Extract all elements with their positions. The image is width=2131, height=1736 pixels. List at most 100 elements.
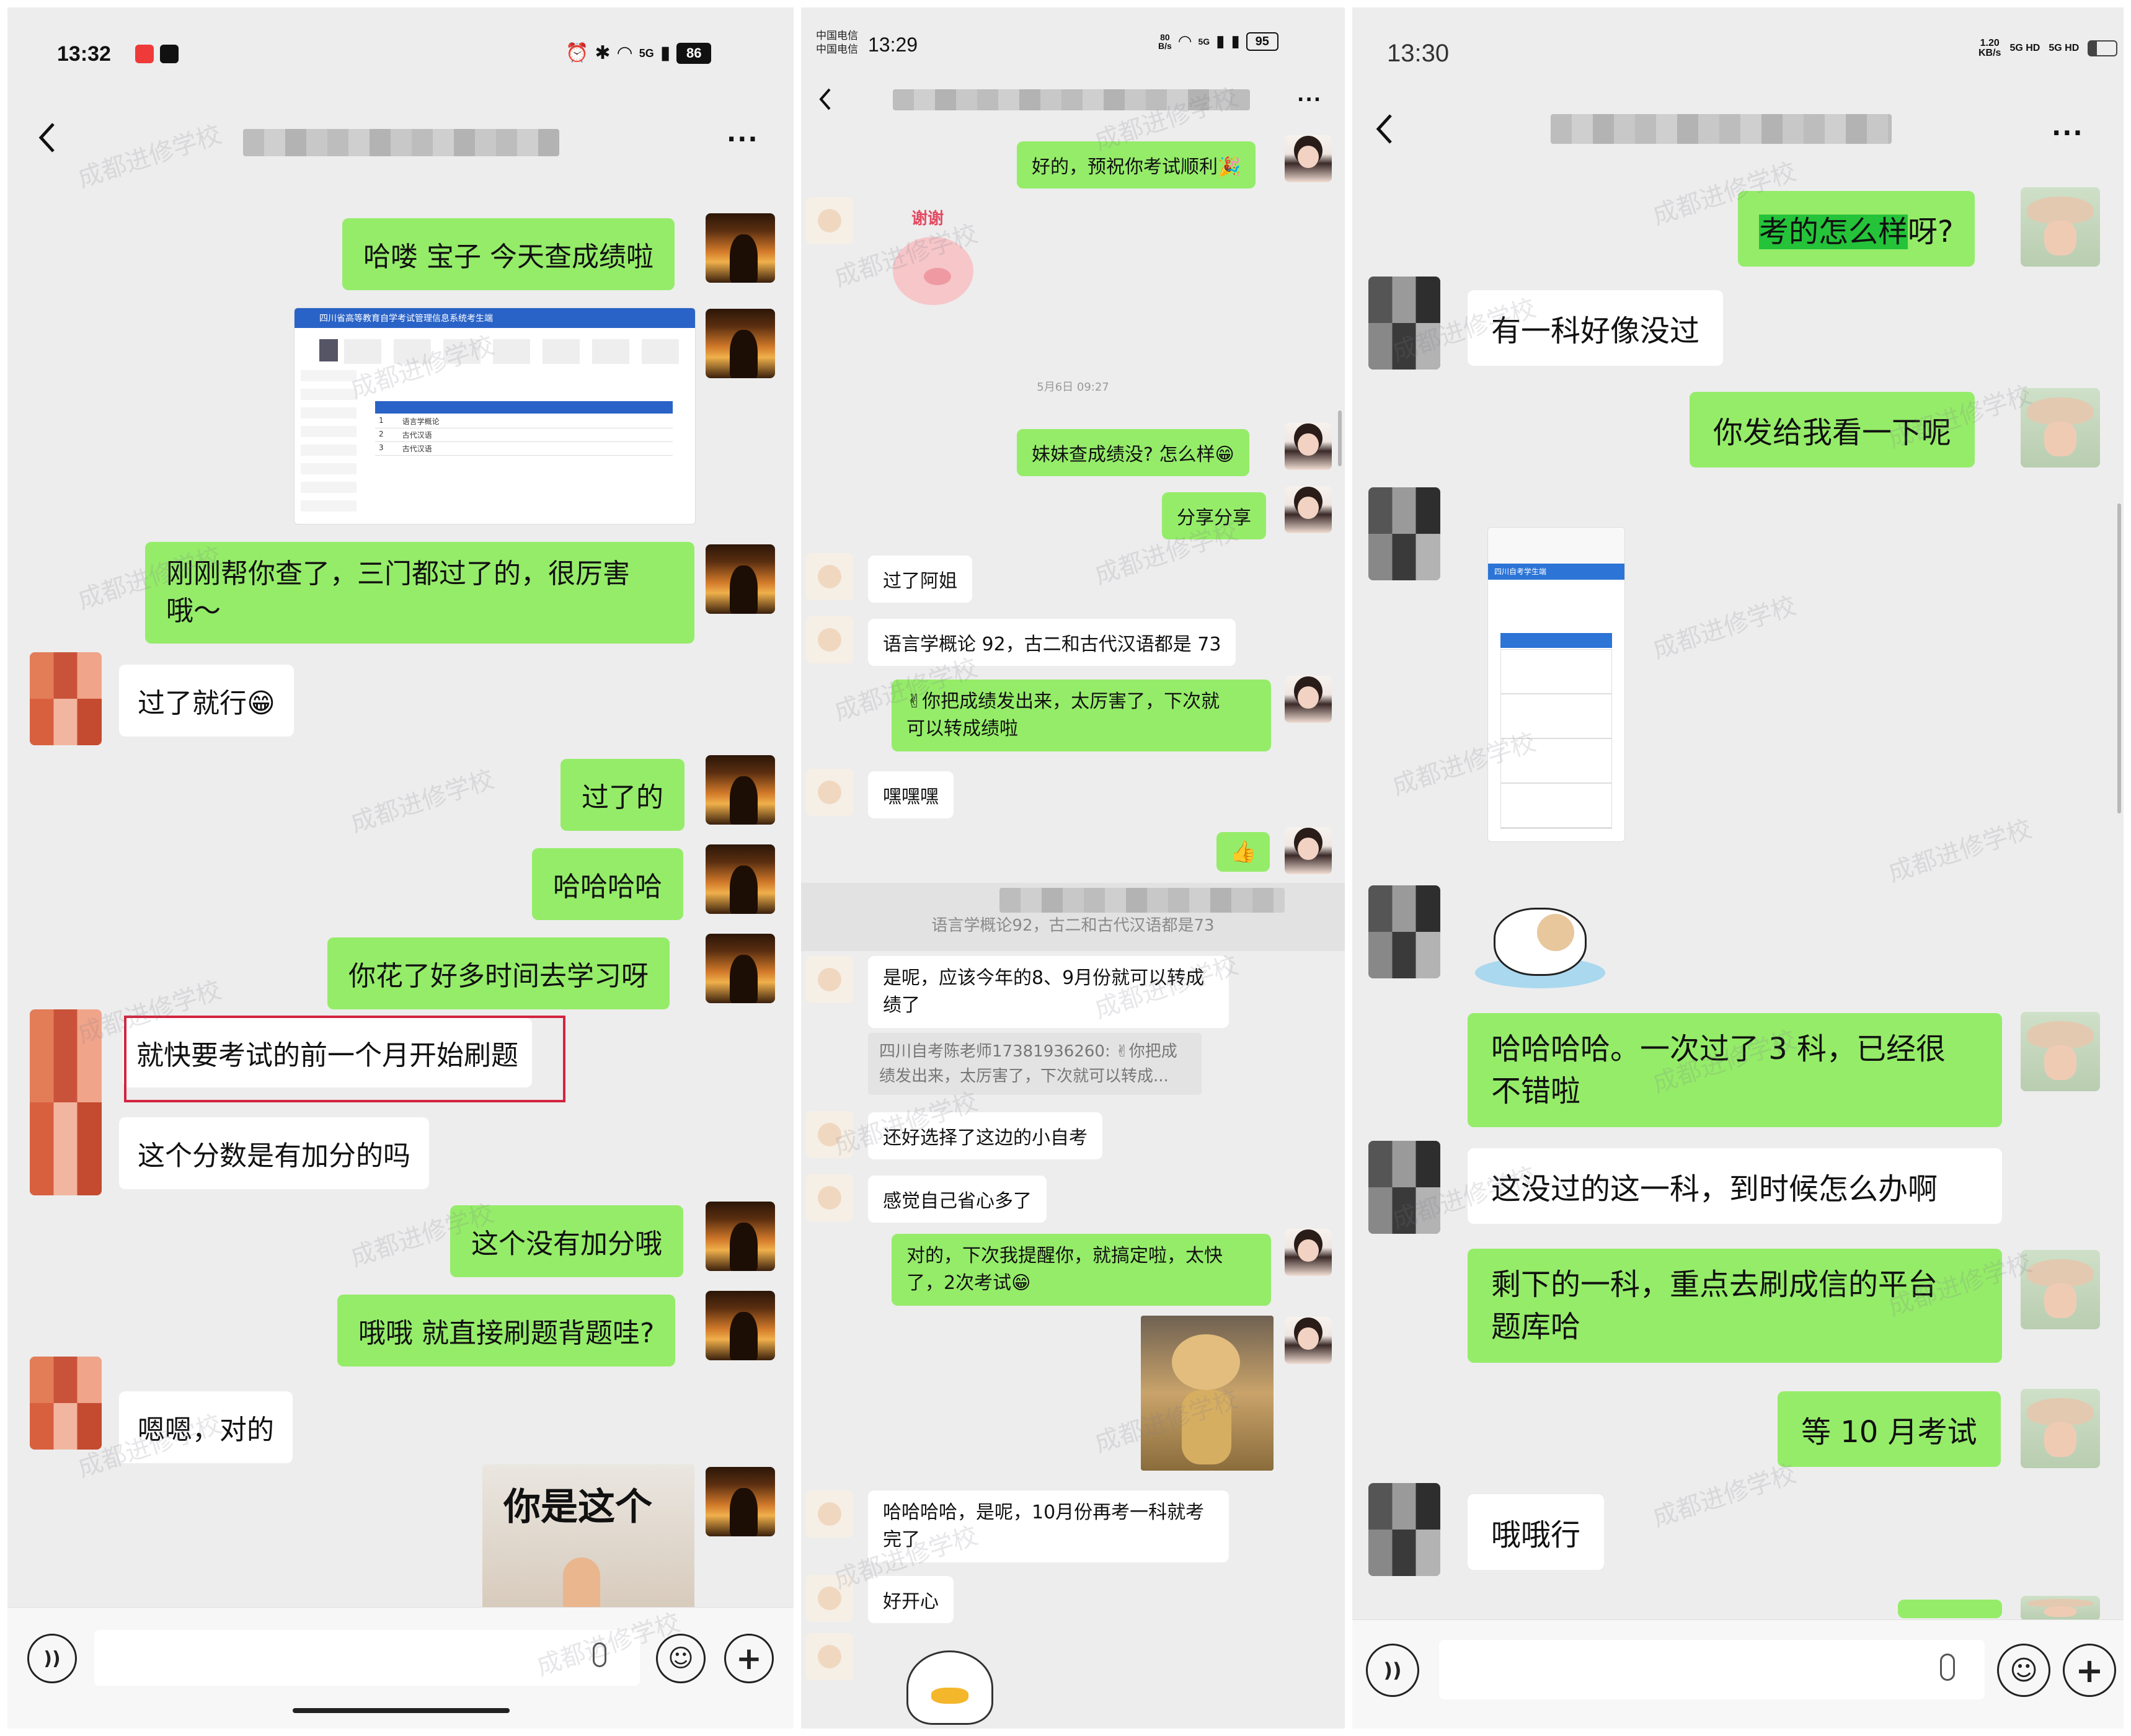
- message-bubble[interactable]: 过了阿姐: [868, 556, 972, 603]
- message-bubble[interactable]: 哈哈哈哈，是呢，10月份再考一科就考 完了: [868, 1490, 1229, 1562]
- message-bubble[interactable]: 有一科好像没过: [1468, 290, 1724, 366]
- plus-button[interactable]: +: [724, 1634, 774, 1683]
- avatar[interactable]: [2021, 388, 2100, 467]
- message-bubble[interactable]: 等 10 月考试: [1778, 1391, 2001, 1467]
- avatar[interactable]: [1285, 676, 1332, 723]
- voice-toggle-button[interactable]: )): [1366, 1644, 1419, 1697]
- message-bubble[interactable]: 你发给我看一下呢: [1690, 392, 1975, 467]
- emoji-button[interactable]: ☺: [656, 1634, 706, 1683]
- message-bubble[interactable]: ✌你把成绩发出来，太厉害了，下次就 可以转成绩啦: [892, 680, 1271, 751]
- avatar[interactable]: [2021, 1596, 2100, 1621]
- avatar[interactable]: [806, 1111, 853, 1158]
- message-bubble[interactable]: 还好选择了这边的小自考: [868, 1112, 1102, 1159]
- message-bubble[interactable]: 剩下的一科，重点去刷成信的平台 题库哈: [1468, 1249, 2002, 1363]
- avatar[interactable]: [806, 553, 853, 600]
- message-bubble[interactable]: 这没过的这一科，到时候怎么办啊: [1468, 1148, 2002, 1224]
- pig-sticker[interactable]: 谢谢: [887, 200, 980, 324]
- avatar[interactable]: [1285, 1229, 1332, 1276]
- avatar[interactable]: [706, 844, 775, 914]
- back-arrow-icon[interactable]: [35, 119, 60, 156]
- message-bubble[interactable]: 分享分享: [1162, 492, 1266, 539]
- message-bubble[interactable]: 语言学概论 92，古二和古代汉语都是 73: [868, 619, 1236, 666]
- avatar[interactable]: [2021, 1012, 2100, 1091]
- more-options-button[interactable]: ...: [2052, 113, 2084, 141]
- avatar[interactable]: [806, 1174, 853, 1221]
- image-message-phone-screenshot[interactable]: 四川自考学生端: [1487, 527, 1625, 842]
- back-arrow-icon[interactable]: [816, 86, 835, 113]
- message-bubble[interactable]: 好开心: [868, 1576, 954, 1623]
- message-input[interactable]: [94, 1630, 640, 1686]
- message-bubble[interactable]: 考的怎么样呀?: [1738, 191, 1975, 267]
- voice-toggle-button[interactable]: )): [27, 1634, 77, 1683]
- avatar[interactable]: [706, 755, 775, 825]
- avatar[interactable]: [1368, 885, 1440, 978]
- message-bubble[interactable]: 这个没有加分哦: [450, 1205, 683, 1277]
- message-bubble[interactable]: 嗯嗯，对的: [119, 1391, 293, 1463]
- plus-button[interactable]: +: [2063, 1644, 2116, 1697]
- avatar[interactable]: [706, 1467, 775, 1536]
- crying-cat-sticker[interactable]: [1469, 895, 1611, 994]
- avatar[interactable]: [806, 1490, 853, 1538]
- message-bubble[interactable]: 👍: [1216, 832, 1270, 872]
- status-icons: 80 B/s ◠ 5G ▮ ▮ 95: [1158, 32, 1278, 51]
- avatar[interactable]: [30, 1009, 102, 1195]
- avatar[interactable]: [1285, 486, 1332, 533]
- avatar[interactable]: [2021, 1250, 2100, 1329]
- message-bubble[interactable]: 这个分数是有加分的吗: [119, 1117, 429, 1189]
- image-message-grade-screenshot[interactable]: 四川省高等教育自学考试管理信息系统考生端 1 语言学概论 2 古代汉语 3 古代汉语: [294, 308, 696, 525]
- message-bubble[interactable]: 哦哦行: [1468, 1494, 1605, 1570]
- message-bubble[interactable]: 是呢，应该今年的8、9月份就可以转成 绩了: [868, 956, 1229, 1028]
- message-bubble[interactable]: 好的，预祝你考试顺利🎉: [1017, 141, 1256, 188]
- message-bubble[interactable]: 哈喽 宝子 今天查成绩啦: [342, 218, 675, 290]
- message-bubble[interactable]: 你花了好多时间去学习呀: [327, 937, 670, 1009]
- message-bubble[interactable]: 哈哈哈哈。一次过了 3 科，已经很 不错啦: [1468, 1013, 2002, 1127]
- back-arrow-icon[interactable]: [1372, 110, 1397, 148]
- microphone-icon[interactable]: [1940, 1654, 1955, 1681]
- avatar[interactable]: [806, 1633, 853, 1680]
- message-bubble[interactable]: 嘿嘿嘿: [868, 771, 954, 818]
- avatar[interactable]: [1368, 487, 1440, 580]
- message-bubble[interactable]: 妹妹查成绩没? 怎么样😁: [1017, 429, 1249, 476]
- message-bubble[interactable]: 感觉自己省心多了: [868, 1176, 1047, 1223]
- more-options-button[interactable]: ...: [727, 119, 759, 148]
- avatar[interactable]: [1285, 827, 1332, 874]
- avatar[interactable]: [30, 652, 102, 745]
- message-bubble[interactable]: 对的，下次我提醒你，就搞定啦，太快 了，2次考试😁: [892, 1234, 1271, 1306]
- quoted-message[interactable]: 四川自考陈老师17381936260: ✌你把成 绩发出来，太厉害了，下次就可以…: [868, 1033, 1202, 1095]
- scrollbar[interactable]: [1338, 410, 1342, 466]
- avatar[interactable]: [1368, 1483, 1440, 1576]
- scrollbar[interactable]: [2117, 503, 2121, 813]
- avatar[interactable]: [706, 1291, 775, 1360]
- avatar[interactable]: [1368, 277, 1440, 370]
- avatar[interactable]: [706, 544, 775, 614]
- message-bubble[interactable]: 哦哦 就直接刷题背题哇?: [337, 1295, 676, 1366]
- message-input[interactable]: [1439, 1640, 1985, 1699]
- avatar[interactable]: [1368, 1141, 1440, 1234]
- avatar[interactable]: [706, 934, 775, 1003]
- dog-toy-image-message[interactable]: [1141, 1316, 1274, 1471]
- avatar[interactable]: [806, 1575, 853, 1622]
- avatar[interactable]: [1285, 135, 1332, 182]
- avatar[interactable]: [2021, 1389, 2100, 1468]
- avatar[interactable]: [1285, 423, 1332, 470]
- microphone-icon[interactable]: [593, 1642, 606, 1667]
- avatar[interactable]: [706, 1202, 775, 1271]
- emoji-button[interactable]: ☺: [1997, 1644, 2050, 1697]
- message-bubble[interactable]: 过了就行😁: [119, 665, 294, 737]
- message-bubble-partial[interactable]: [1898, 1600, 2002, 1618]
- avatar[interactable]: [806, 197, 853, 244]
- avatar[interactable]: [2021, 187, 2100, 267]
- avatar[interactable]: [806, 616, 853, 663]
- avatar[interactable]: [706, 309, 775, 378]
- duck-sticker[interactable]: [888, 1638, 1006, 1725]
- avatar[interactable]: [806, 956, 853, 1003]
- sticker-image-message[interactable]: 你是这个: [482, 1464, 694, 1613]
- avatar[interactable]: [806, 769, 853, 816]
- avatar[interactable]: [30, 1357, 102, 1450]
- avatar[interactable]: [706, 213, 775, 283]
- message-bubble[interactable]: 刚刚帮你查了，三门都过了的，很厉害 哦～: [145, 542, 694, 644]
- more-options-button[interactable]: ...: [1297, 84, 1322, 106]
- message-bubble[interactable]: 过了的: [560, 759, 684, 831]
- message-bubble[interactable]: 哈哈哈哈: [532, 848, 683, 920]
- avatar[interactable]: [1285, 1317, 1332, 1364]
